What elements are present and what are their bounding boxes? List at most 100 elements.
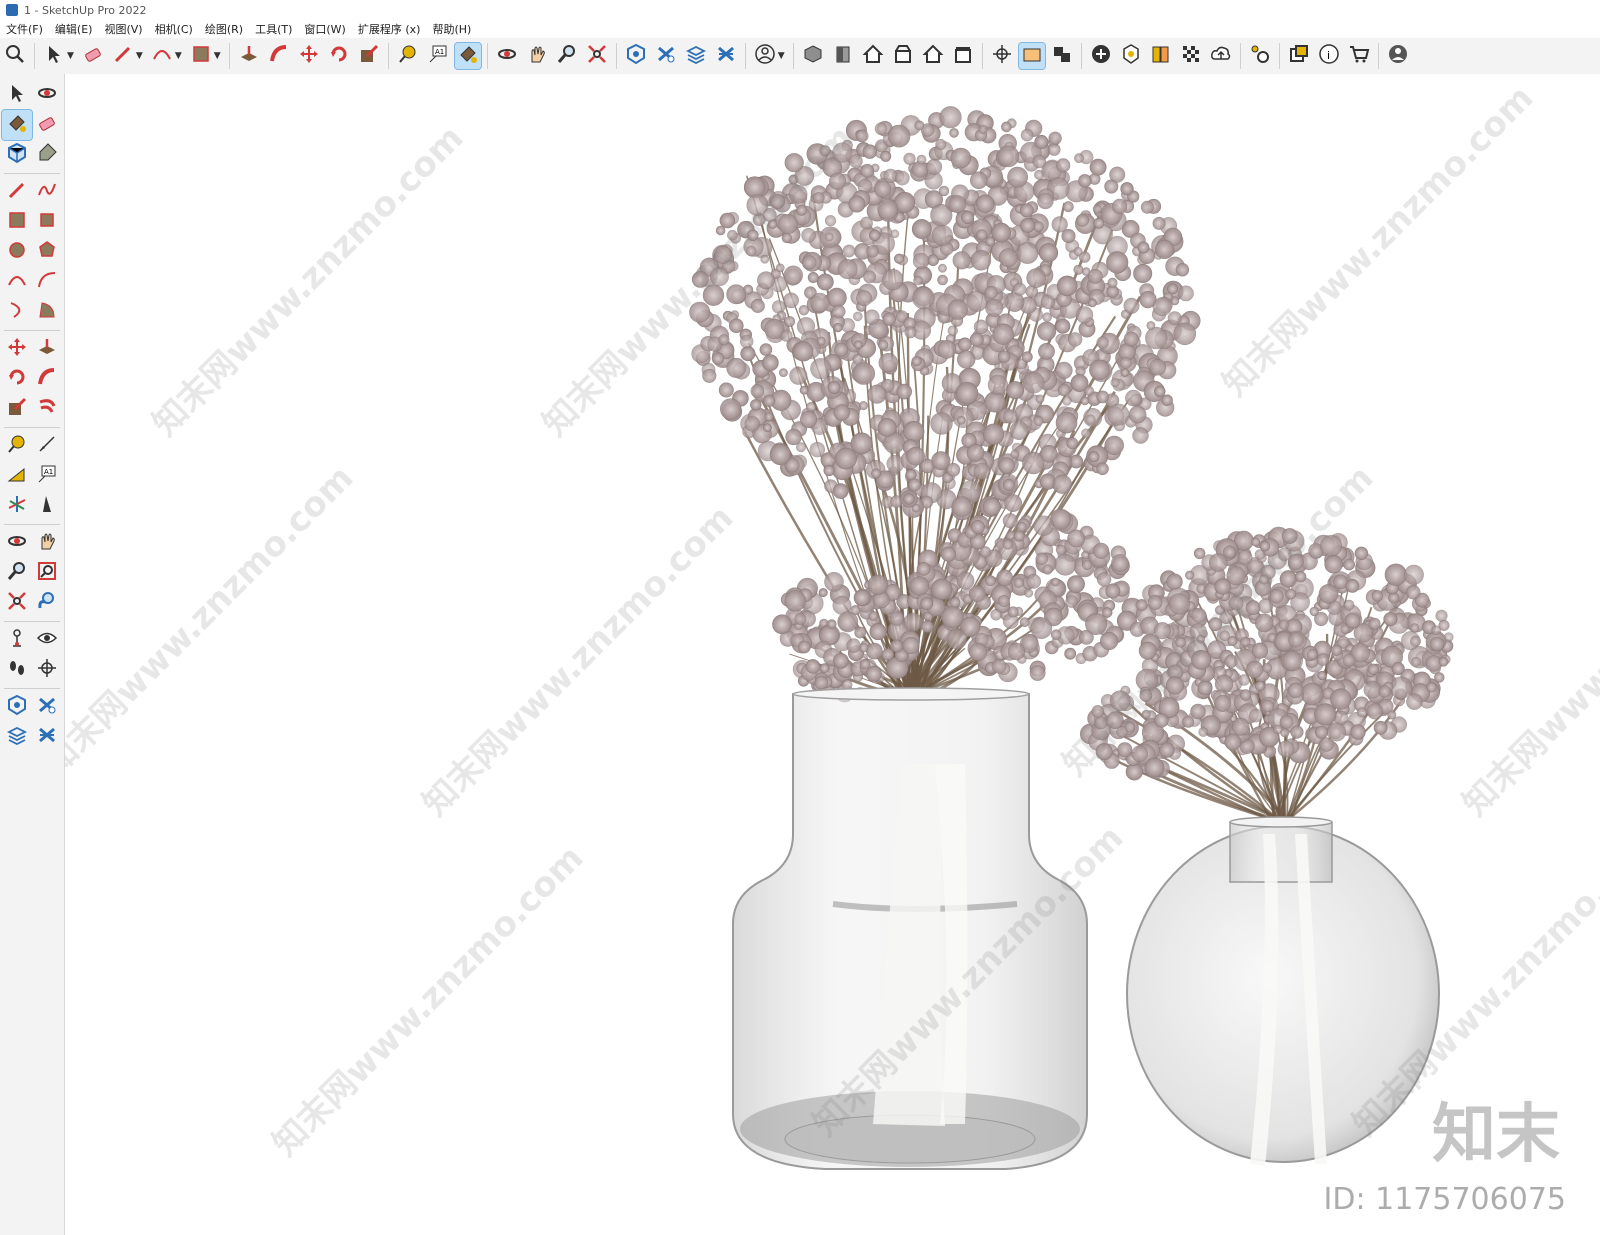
three-point-arc-tool[interactable] [2, 297, 32, 327]
model-viewport[interactable]: 知末网www.znzmo.com 知末网www.znzmo.com 知末网www… [65, 74, 1600, 1235]
back-view-button[interactable] [920, 43, 946, 69]
paint-bucket-tool[interactable] [1, 109, 33, 141]
axes-tool[interactable] [2, 491, 32, 521]
push-pull-button[interactable] [236, 43, 262, 69]
line-tool[interactable] [2, 177, 32, 207]
select-tool[interactable] [2, 80, 32, 110]
menu-item[interactable]: 窗口(W) [298, 21, 351, 37]
front-view-button[interactable] [830, 43, 856, 69]
chevron-down-icon[interactable]: ▼ [67, 51, 74, 61]
profile-button[interactable] [752, 43, 778, 69]
add-location-button[interactable] [1088, 43, 1114, 69]
chevron-down-icon[interactable]: ▼ [175, 51, 182, 61]
menu-item[interactable]: 工具(T) [249, 21, 298, 37]
rotate-tool[interactable] [2, 364, 32, 394]
component-tool[interactable] [2, 140, 32, 170]
flower-cluster [863, 270, 876, 284]
text-button[interactable]: A1 [425, 43, 451, 69]
menu-item[interactable]: 扩展程序 (x) [352, 21, 427, 37]
settings-button[interactable] [1247, 43, 1273, 69]
pan-button[interactable] [524, 43, 550, 69]
previous-view-tool[interactable] [32, 588, 62, 618]
follow-me-button[interactable] [266, 43, 292, 69]
warehouse-tool[interactable] [2, 692, 32, 722]
arc-button[interactable] [149, 43, 175, 69]
chevron-down-icon[interactable]: ▼ [214, 51, 221, 61]
orbit-button[interactable] [494, 43, 520, 69]
offset-tool[interactable] [32, 394, 62, 424]
tape-measure-button[interactable] [395, 43, 421, 69]
pan-tool[interactable] [32, 528, 62, 558]
menu-item[interactable]: 帮助(H) [426, 21, 477, 37]
account-button[interactable] [1385, 43, 1411, 69]
pencil-button[interactable] [110, 43, 136, 69]
dimension-tool[interactable] [32, 431, 62, 461]
text-tool[interactable]: A1 [32, 461, 62, 491]
extension-tool[interactable] [32, 692, 62, 722]
style-button[interactable] [1148, 43, 1174, 69]
scale-tool[interactable] [2, 394, 32, 424]
section-cut-button[interactable] [1049, 43, 1075, 69]
zoom-extents-tool[interactable] [2, 588, 32, 618]
zoom-tool[interactable] [2, 558, 32, 588]
upload-button[interactable] [1208, 43, 1234, 69]
info-button[interactable]: i [1316, 43, 1342, 69]
pie-tool[interactable] [32, 297, 62, 327]
rectangle-button[interactable] [188, 43, 214, 69]
zoom-extents-button[interactable] [584, 43, 610, 69]
iso-view-button[interactable] [800, 43, 826, 69]
move-button[interactable] [296, 43, 322, 69]
eraser-tool[interactable] [32, 110, 62, 140]
orbit-tool[interactable] [32, 80, 62, 110]
sandbox-tool[interactable] [32, 722, 62, 752]
section-display-button[interactable] [1017, 42, 1046, 70]
follow-me-tool[interactable] [32, 364, 62, 394]
eraser-button[interactable] [80, 43, 106, 69]
search-button[interactable] [2, 43, 28, 69]
two-point-arc-tool[interactable] [32, 267, 62, 297]
arc-tool[interactable] [2, 267, 32, 297]
protractor-tool[interactable] [2, 461, 32, 491]
zoom-window-tool[interactable] [32, 558, 62, 588]
extension-button[interactable] [653, 43, 679, 69]
rotate-button[interactable] [326, 43, 352, 69]
orbit-tool[interactable] [2, 528, 32, 558]
warehouse-button[interactable] [623, 43, 649, 69]
select-button[interactable] [41, 43, 67, 69]
chevron-down-icon[interactable]: ▼ [778, 51, 785, 61]
tape-measure-tool[interactable] [2, 431, 32, 461]
right-view-button[interactable] [890, 43, 916, 69]
layers-button[interactable] [683, 43, 709, 69]
scale-button[interactable] [356, 43, 382, 69]
move-tool[interactable] [2, 334, 32, 364]
menu-item[interactable]: 绘图(R) [199, 21, 249, 37]
menu-item[interactable]: 相机(C) [149, 21, 199, 37]
paint-bucket-button[interactable] [453, 42, 482, 70]
walk-tool[interactable] [2, 655, 32, 685]
look-around-tool[interactable] [32, 625, 62, 655]
chevron-down-icon[interactable]: ▼ [136, 51, 143, 61]
cart-button[interactable] [1346, 43, 1372, 69]
shadow-button[interactable] [1118, 43, 1144, 69]
menu-item[interactable]: 视图(V) [98, 21, 148, 37]
layout-button[interactable] [1286, 43, 1312, 69]
section-plane-tool[interactable] [32, 655, 62, 685]
polygon-tool[interactable] [32, 237, 62, 267]
xray-button[interactable] [1178, 43, 1204, 69]
position-camera-tool[interactable] [2, 625, 32, 655]
section-plane-button[interactable] [989, 43, 1015, 69]
freehand-tool[interactable] [32, 177, 62, 207]
sandbox-button[interactable] [713, 43, 739, 69]
3d-text-tool[interactable] [32, 491, 62, 521]
menu-item[interactable]: 编辑(E) [49, 21, 99, 37]
left-view-button[interactable] [950, 43, 976, 69]
push-pull-tool[interactable] [32, 334, 62, 364]
zoom-button[interactable] [554, 43, 580, 69]
menu-item[interactable]: 文件(F) [0, 21, 49, 37]
tag-tool[interactable] [32, 140, 62, 170]
layers-tool[interactable] [2, 722, 32, 752]
rotated-rectangle-tool[interactable] [32, 207, 62, 237]
top-view-button[interactable] [860, 43, 886, 69]
rectangle-tool[interactable] [2, 207, 32, 237]
circle-tool[interactable] [2, 237, 32, 267]
